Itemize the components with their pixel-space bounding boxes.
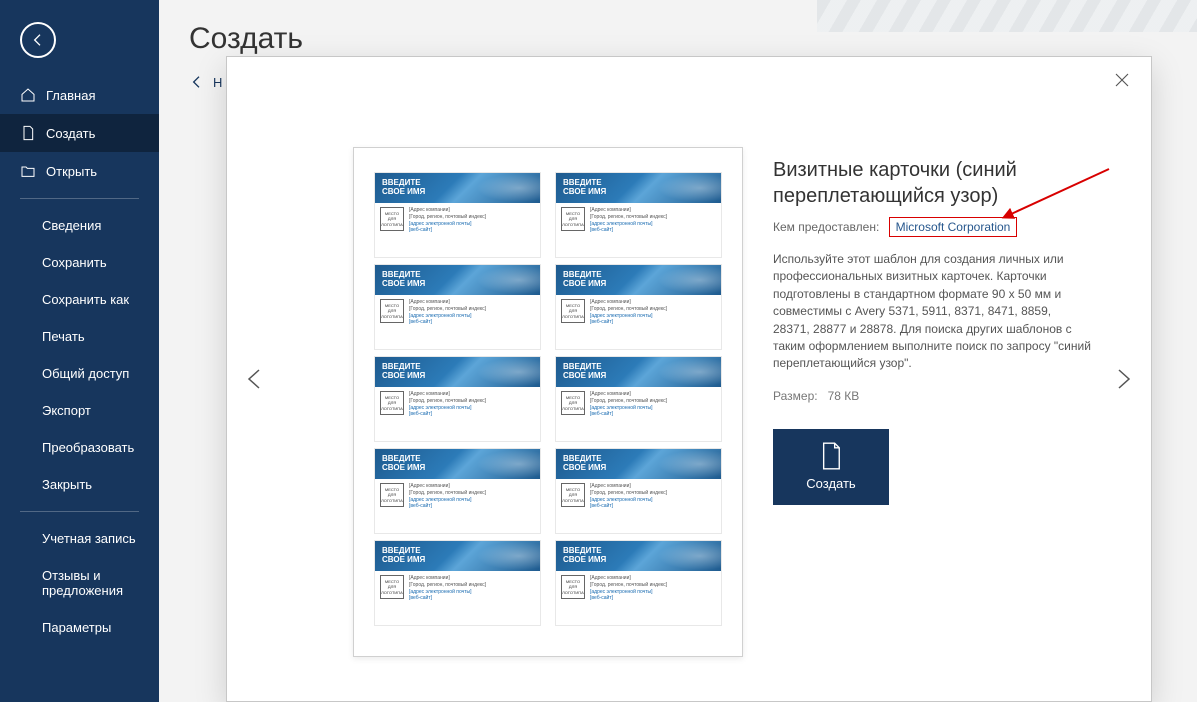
business-card: ВВЕДИТЕСВОЕ ИМЯМЕСТО ДЛЯ ЛОГОТИПА[Адрес … bbox=[374, 448, 541, 534]
divider bbox=[20, 198, 139, 199]
provider-link[interactable]: Microsoft Corporation bbox=[889, 217, 1018, 237]
chevron-right-icon bbox=[1111, 367, 1135, 391]
decorative-banner bbox=[817, 0, 1197, 32]
prev-template-button[interactable] bbox=[237, 361, 273, 397]
nav-open[interactable]: Открыть bbox=[0, 152, 159, 190]
divider bbox=[20, 511, 139, 512]
close-icon bbox=[1113, 71, 1131, 89]
nav-home[interactable]: Главная bbox=[0, 76, 159, 114]
home-icon bbox=[20, 87, 36, 103]
business-card: ВВЕДИТЕСВОЕ ИМЯМЕСТО ДЛЯ ЛОГОТИПА[Адрес … bbox=[374, 172, 541, 258]
back-button[interactable] bbox=[20, 22, 56, 58]
template-provider: Кем предоставлен: Microsoft Corporation bbox=[773, 217, 1091, 237]
nav-print[interactable]: Печать bbox=[0, 318, 159, 355]
template-description: Используйте этот шаблон для создания лич… bbox=[773, 251, 1091, 373]
nav-export[interactable]: Экспорт bbox=[0, 392, 159, 429]
template-title: Визитные карточки (синий переплетающийся… bbox=[773, 157, 1091, 209]
create-button[interactable]: Создать bbox=[773, 429, 889, 505]
nav-save[interactable]: Сохранить bbox=[0, 244, 159, 281]
nav-info[interactable]: Сведения bbox=[0, 207, 159, 244]
nav-saveas[interactable]: Сохранить как bbox=[0, 281, 159, 318]
nav-options[interactable]: Параметры bbox=[0, 609, 159, 646]
nav-home-label: Главная bbox=[46, 88, 95, 103]
nav-feedback[interactable]: Отзывы и предложения bbox=[0, 557, 159, 609]
nav-new[interactable]: Создать bbox=[0, 114, 159, 152]
business-card: ВВЕДИТЕСВОЕ ИМЯМЕСТО ДЛЯ ЛОГОТИПА[Адрес … bbox=[555, 172, 722, 258]
business-card: ВВЕДИТЕСВОЕ ИМЯМЕСТО ДЛЯ ЛОГОТИПА[Адрес … bbox=[555, 356, 722, 442]
business-card: ВВЕДИТЕСВОЕ ИМЯМЕСТО ДЛЯ ЛОГОТИПА[Адрес … bbox=[555, 540, 722, 626]
business-card: ВВЕДИТЕСВОЕ ИМЯМЕСТО ДЛЯ ЛОГОТИПА[Адрес … bbox=[374, 356, 541, 442]
file-icon bbox=[20, 125, 36, 141]
nav-share[interactable]: Общий доступ bbox=[0, 355, 159, 392]
nav-open-label: Открыть bbox=[46, 164, 97, 179]
next-template-button[interactable] bbox=[1105, 361, 1141, 397]
back-to-templates[interactable]: Н bbox=[189, 74, 222, 90]
business-card: ВВЕДИТЕСВОЕ ИМЯМЕСТО ДЛЯ ЛОГОТИПА[Адрес … bbox=[374, 540, 541, 626]
chevron-left-icon bbox=[243, 367, 267, 391]
close-button[interactable] bbox=[1113, 71, 1131, 89]
business-card: ВВЕДИТЕСВОЕ ИМЯМЕСТО ДЛЯ ЛОГОТИПА[Адрес … bbox=[555, 264, 722, 350]
business-card: ВВЕДИТЕСВОЕ ИМЯМЕСТО ДЛЯ ЛОГОТИПА[Адрес … bbox=[374, 264, 541, 350]
template-preview-modal: ВВЕДИТЕСВОЕ ИМЯМЕСТО ДЛЯ ЛОГОТИПА[Адрес … bbox=[226, 56, 1152, 702]
file-icon bbox=[820, 442, 842, 470]
create-button-label: Создать bbox=[806, 476, 855, 491]
arrow-left-icon bbox=[30, 32, 46, 48]
template-details: Визитные карточки (синий переплетающийся… bbox=[773, 157, 1091, 505]
nav-account[interactable]: Учетная запись bbox=[0, 520, 159, 557]
business-card: ВВЕДИТЕСВОЕ ИМЯМЕСТО ДЛЯ ЛОГОТИПА[Адрес … bbox=[555, 448, 722, 534]
nav-close[interactable]: Закрыть bbox=[0, 466, 159, 503]
nav-new-label: Создать bbox=[46, 126, 95, 141]
arrow-left-icon bbox=[189, 74, 205, 90]
folder-open-icon bbox=[20, 163, 36, 179]
backstage-sidebar: Главная Создать Открыть Сведения Сохрани… bbox=[0, 0, 159, 702]
provided-by-label: Кем предоставлен: bbox=[773, 220, 879, 234]
template-size: Размер: 78 КВ bbox=[773, 389, 1091, 403]
nav-transform[interactable]: Преобразовать bbox=[0, 429, 159, 466]
template-preview: ВВЕДИТЕСВОЕ ИМЯМЕСТО ДЛЯ ЛОГОТИПА[Адрес … bbox=[353, 147, 743, 657]
